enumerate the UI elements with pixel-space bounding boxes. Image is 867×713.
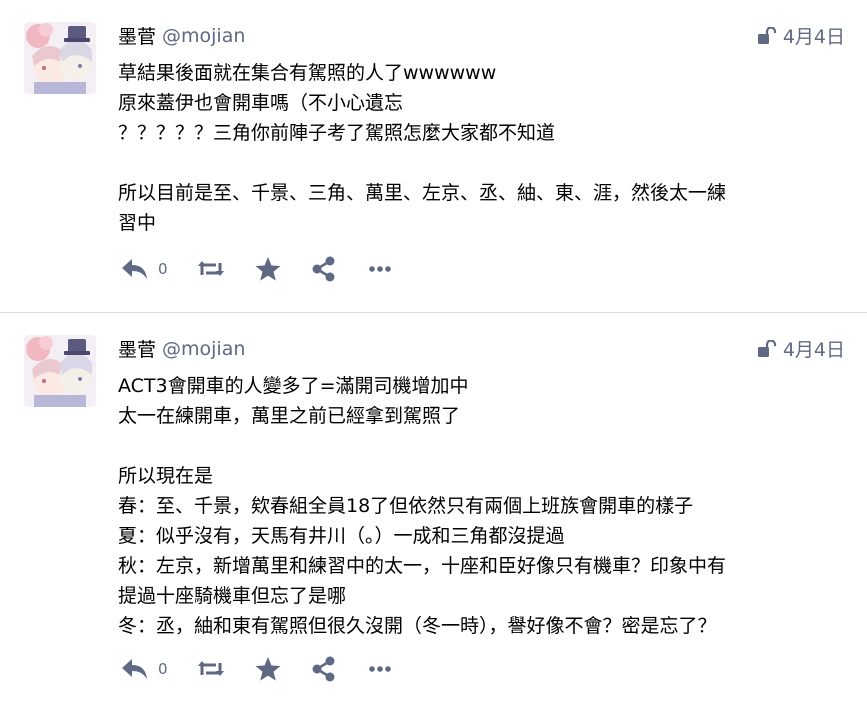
boost-button[interactable] xyxy=(196,257,226,281)
more-icon xyxy=(366,656,394,682)
unlock-icon xyxy=(757,339,777,358)
favourite-button[interactable] xyxy=(254,256,282,282)
status-date[interactable]: 4月4日 xyxy=(783,335,845,362)
reply-count: 0 xyxy=(158,660,168,678)
account-handle[interactable]: @mojian xyxy=(162,338,245,360)
status-paragraph: 草結果後面就在集合有駕照的人了wwwwww 原來蓋伊也會開車嗎（不小心遺忘 ？？… xyxy=(118,62,556,144)
status-date[interactable]: 4月4日 xyxy=(783,22,845,49)
avatar[interactable] xyxy=(24,22,96,94)
status-post: 墨菅 @mojian 4月4日 ACT3會開車的人變多了=滿開司機增加中 太一在練… xyxy=(0,312,867,713)
reply-button[interactable]: 0 xyxy=(120,257,168,281)
status-header: 墨菅 @mojian 4月4日 xyxy=(118,22,845,52)
boost-icon xyxy=(196,657,226,681)
favourite-icon xyxy=(254,256,282,282)
favourite-icon xyxy=(254,656,282,682)
status-meta: 4月4日 xyxy=(757,335,845,362)
favourite-button[interactable] xyxy=(254,656,282,682)
more-button[interactable] xyxy=(366,256,394,282)
status-action-bar: 0 xyxy=(120,656,422,682)
display-name[interactable]: 墨菅 xyxy=(118,26,156,48)
status-action-bar: 0 xyxy=(120,256,422,282)
reply-count: 0 xyxy=(158,260,168,278)
reply-button[interactable]: 0 xyxy=(120,657,168,681)
display-name[interactable]: 墨菅 xyxy=(118,339,156,361)
share-button[interactable] xyxy=(310,656,338,682)
account-handle[interactable]: @mojian xyxy=(162,25,245,47)
status-paragraph: 所以目前是至、千景、三角、萬里、左京、丞、紬、東、涯，然後太一練 習中 xyxy=(118,182,727,234)
status-paragraph: 所以現在是 春：至、千景，欸春組全員18了但依然只有兩個上班族會開車的樣子 夏：… xyxy=(118,465,727,637)
status-content: 草結果後面就在集合有駕照的人了wwwwww 原來蓋伊也會開車嗎（不小心遺忘 ？？… xyxy=(118,58,845,238)
unlock-icon xyxy=(757,26,777,45)
more-icon xyxy=(366,256,394,282)
more-button[interactable] xyxy=(366,656,394,682)
share-icon xyxy=(310,656,338,682)
status-meta: 4月4日 xyxy=(757,22,845,49)
boost-icon xyxy=(196,257,226,281)
status-content: ACT3會開車的人變多了=滿開司機增加中 太一在練開車，萬里之前已經拿到駕照了 … xyxy=(118,371,845,641)
boost-button[interactable] xyxy=(196,657,226,681)
reply-icon xyxy=(120,657,150,681)
status-header: 墨菅 @mojian 4月4日 xyxy=(118,335,845,365)
status-post: 墨菅 @mojian 4月4日 草結果後面就在集合有駕照的人了wwwwww 原來蓋… xyxy=(0,0,867,312)
status-paragraph: ACT3會開車的人變多了=滿開司機增加中 太一在練開車，萬里之前已經拿到駕照了 xyxy=(118,375,469,427)
reply-icon xyxy=(120,257,150,281)
avatar[interactable] xyxy=(24,335,96,407)
share-button[interactable] xyxy=(310,256,338,282)
share-icon xyxy=(310,256,338,282)
